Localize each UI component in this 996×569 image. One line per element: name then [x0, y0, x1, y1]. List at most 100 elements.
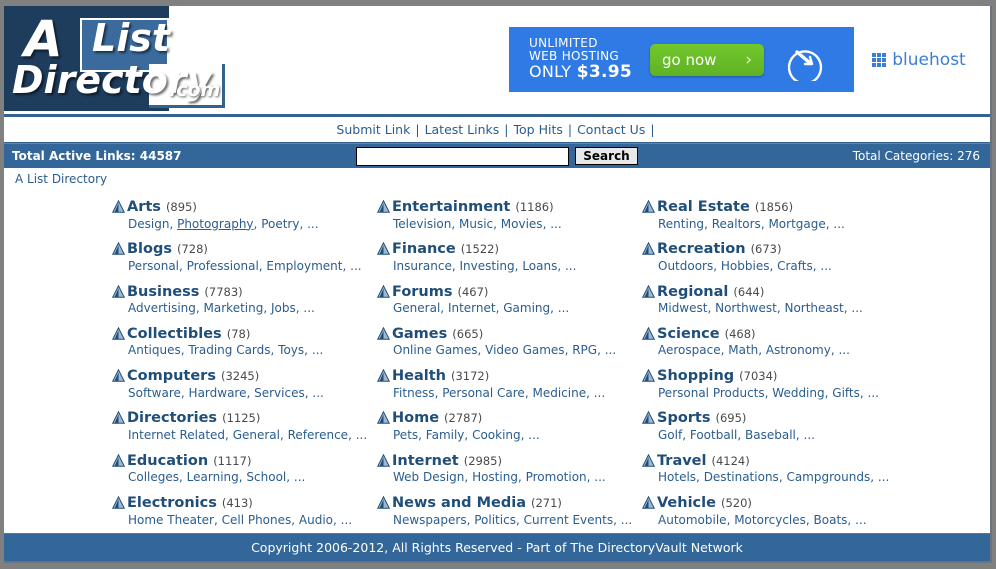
- subcategory-link[interactable]: Mortgage: [768, 217, 825, 231]
- subcategory-link[interactable]: Learning: [187, 470, 239, 484]
- subcategory-link[interactable]: Northwest: [715, 301, 777, 315]
- nav-item-latest-links[interactable]: Latest Links: [424, 122, 501, 137]
- subcategory-link[interactable]: Services: [254, 386, 305, 400]
- category-link[interactable]: Home: [392, 411, 439, 426]
- subcategory-link[interactable]: Current Events: [524, 513, 614, 527]
- subcategory-link[interactable]: Personal Care: [442, 386, 525, 400]
- subcategory-link[interactable]: Personal Products: [658, 386, 765, 400]
- subcategory-link[interactable]: Football: [690, 428, 738, 442]
- subcategory-link[interactable]: Baseball: [745, 428, 796, 442]
- subcategory-link[interactable]: Northeast: [784, 301, 843, 315]
- nav-item-submit-link[interactable]: Submit Link: [335, 122, 411, 137]
- subcategory-link[interactable]: Family: [426, 428, 465, 442]
- subcategory-link[interactable]: Gifts: [832, 386, 860, 400]
- subcategory-link[interactable]: Reference: [288, 428, 348, 442]
- category-link[interactable]: News and Media: [392, 496, 526, 511]
- subcategory-link[interactable]: Online Games: [393, 343, 478, 357]
- subcategory-link[interactable]: Web Design: [393, 470, 464, 484]
- category-link[interactable]: Health: [392, 369, 446, 384]
- subcategory-link[interactable]: Boats: [814, 513, 848, 527]
- subcategory-link[interactable]: Renting: [658, 217, 704, 231]
- subcategory-link[interactable]: Pets: [393, 428, 418, 442]
- subcategory-link[interactable]: Advertising: [128, 301, 196, 315]
- category-link[interactable]: Science: [657, 327, 720, 342]
- category-link[interactable]: Travel: [657, 454, 707, 469]
- subcategory-link[interactable]: Photography: [177, 217, 253, 231]
- subcategory-link[interactable]: General: [393, 301, 440, 315]
- subcategory-link[interactable]: Fitness: [393, 386, 435, 400]
- category-link[interactable]: Electronics: [127, 496, 217, 511]
- subcategory-link[interactable]: Antiques: [128, 343, 181, 357]
- subcategory-link[interactable]: School: [246, 470, 286, 484]
- category-link[interactable]: Arts: [127, 200, 161, 215]
- subcategory-link[interactable]: Automobile: [658, 513, 727, 527]
- subcategory-link[interactable]: Video Games: [485, 343, 564, 357]
- subcategory-link[interactable]: Cell Phones: [222, 513, 292, 527]
- subcategory-link[interactable]: Professional: [187, 259, 259, 273]
- category-link[interactable]: Internet: [392, 454, 459, 469]
- nav-item-top-hits[interactable]: Top Hits: [513, 122, 564, 137]
- subcategory-link[interactable]: Audio: [299, 513, 333, 527]
- category-link[interactable]: Forums: [392, 285, 453, 300]
- subcategory-link[interactable]: Motorcycles: [734, 513, 806, 527]
- subcategory-link[interactable]: Gaming: [503, 301, 550, 315]
- subcategory-link[interactable]: Destinations: [704, 470, 779, 484]
- search-button[interactable]: Search: [575, 147, 638, 165]
- subcategory-link[interactable]: Investing: [460, 259, 515, 273]
- search-input[interactable]: [356, 146, 570, 166]
- subcategory-link[interactable]: Home Theater: [128, 513, 214, 527]
- category-link[interactable]: Real Estate: [657, 200, 750, 215]
- subcategory-link[interactable]: Golf: [658, 428, 682, 442]
- subcategory-link[interactable]: Outdoors: [658, 259, 713, 273]
- category-link[interactable]: Recreation: [657, 242, 746, 257]
- subcategory-link[interactable]: Hotels: [658, 470, 696, 484]
- category-link[interactable]: Education: [127, 454, 208, 469]
- subcategory-link[interactable]: Movies: [501, 217, 543, 231]
- subcategory-link[interactable]: Promotion: [526, 470, 587, 484]
- subcategory-link[interactable]: Medicine: [532, 386, 586, 400]
- site-logo[interactable]: A List Directory .com: [4, 6, 229, 111]
- category-link[interactable]: Entertainment: [392, 200, 510, 215]
- subcategory-link[interactable]: Employment: [266, 259, 342, 273]
- subcategory-link[interactable]: Realtors: [712, 217, 761, 231]
- subcategory-link[interactable]: Internet: [448, 301, 496, 315]
- subcategory-link[interactable]: Aerospace: [658, 343, 721, 357]
- subcategory-link[interactable]: Campgrounds: [786, 470, 870, 484]
- subcategory-link[interactable]: Hosting: [472, 470, 518, 484]
- subcategory-link[interactable]: General: [233, 428, 280, 442]
- subcategory-link[interactable]: Poetry: [261, 217, 299, 231]
- subcategory-link[interactable]: Loans: [522, 259, 557, 273]
- category-link[interactable]: Computers: [127, 369, 216, 384]
- subcategory-link[interactable]: Software: [128, 386, 181, 400]
- category-link[interactable]: Blogs: [127, 242, 172, 257]
- subcategory-link[interactable]: Trading Cards: [188, 343, 270, 357]
- subcategory-link[interactable]: Design: [128, 217, 169, 231]
- subcategory-link[interactable]: Colleges: [128, 470, 179, 484]
- subcategory-link[interactable]: Crafts: [777, 259, 813, 273]
- subcategory-link[interactable]: Insurance: [393, 259, 452, 273]
- subcategory-link[interactable]: Jobs: [271, 301, 296, 315]
- advertisement-banner[interactable]: UNLIMITED WEB HOSTING ONLY $3.95 go now …: [508, 26, 985, 93]
- subcategory-link[interactable]: Astronomy: [766, 343, 831, 357]
- subcategory-link[interactable]: Music: [459, 217, 493, 231]
- subcategory-link[interactable]: Cooking: [472, 428, 521, 442]
- category-link[interactable]: Business: [127, 285, 199, 300]
- category-link[interactable]: Directories: [127, 411, 217, 426]
- category-link[interactable]: Collectibles: [127, 327, 222, 342]
- subcategory-link[interactable]: Internet Related: [128, 428, 225, 442]
- breadcrumb-item-home[interactable]: A List Directory: [15, 172, 107, 186]
- category-link[interactable]: Games: [392, 327, 447, 342]
- subcategory-link[interactable]: Wedding: [772, 386, 824, 400]
- subcategory-link[interactable]: Hardware: [189, 386, 247, 400]
- category-link[interactable]: Regional: [657, 285, 728, 300]
- subcategory-link[interactable]: RPG: [572, 343, 597, 357]
- subcategory-link[interactable]: Politics: [474, 513, 516, 527]
- subcategory-link[interactable]: Hobbies: [721, 259, 770, 273]
- category-link[interactable]: Shopping: [657, 369, 734, 384]
- nav-item-contact-us[interactable]: Contact Us: [576, 122, 646, 137]
- category-link[interactable]: Finance: [392, 242, 456, 257]
- subcategory-link[interactable]: Newspapers: [393, 513, 467, 527]
- subcategory-link[interactable]: Toys: [278, 343, 304, 357]
- subcategory-link[interactable]: Television: [393, 217, 451, 231]
- category-link[interactable]: Vehicle: [657, 496, 716, 511]
